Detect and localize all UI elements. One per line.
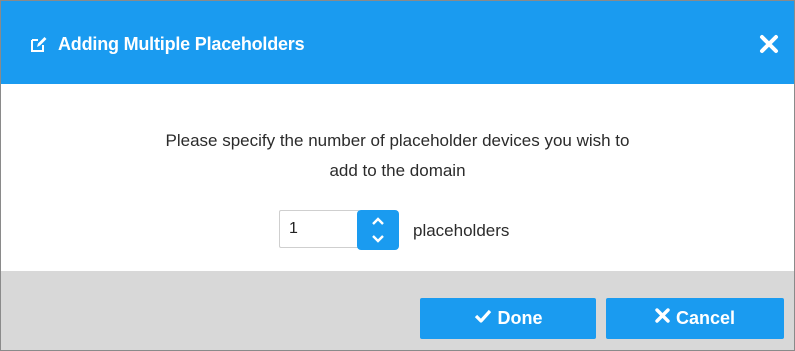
quantity-suffix: placeholders [413,221,510,240]
message-line-1: Please specify the number of placeholder… [165,131,630,150]
stepper-buttons [357,210,399,250]
checkmark-icon [474,297,492,338]
dialog-title: Adding Multiple Placeholders [58,34,305,54]
message-line-2: add to the domain [329,161,466,180]
decrement-button[interactable] [357,230,399,250]
dialog-header: Adding Multiple Placeholders [1,1,794,84]
done-label: Done [497,308,543,328]
add-placeholders-dialog: Adding Multiple Placeholders Please spec… [0,0,795,351]
edit-icon [30,36,47,53]
cancel-button[interactable]: Cancel [606,298,784,339]
quantity-input[interactable] [279,210,359,248]
dialog-body: Please specify the number of placeholder… [1,84,794,271]
close-icon[interactable] [759,34,779,54]
chevron-down-icon [372,235,384,243]
x-icon [655,297,670,338]
done-button[interactable]: Done [420,298,596,339]
cancel-label: Cancel [675,308,736,328]
dialog-message: Please specify the number of placeholder… [1,126,794,186]
chevron-up-icon [372,217,384,225]
increment-button[interactable] [357,210,399,230]
dialog-footer: Done Cancel [1,271,794,350]
quantity-stepper [279,210,399,250]
